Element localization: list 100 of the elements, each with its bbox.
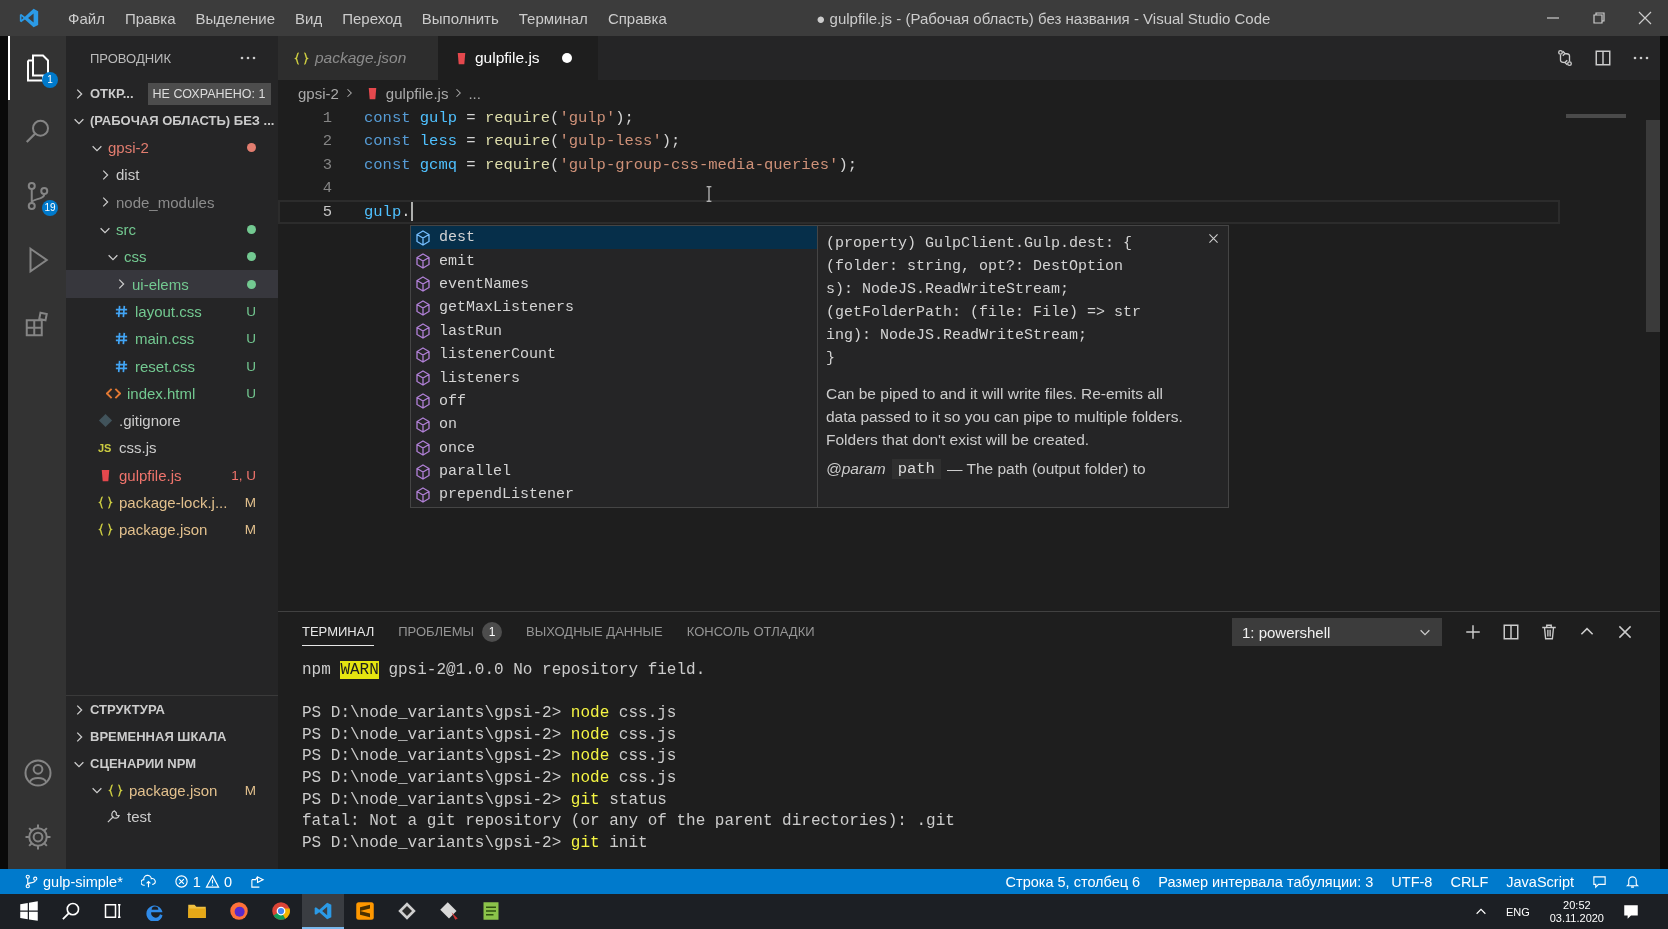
braces-icon <box>98 495 113 510</box>
settings-icon[interactable] <box>23 822 53 852</box>
code-line: gulp. <box>364 202 411 221</box>
close-icon[interactable] <box>1616 623 1634 641</box>
text-editor-icon[interactable] <box>355 900 375 921</box>
status-item[interactable]: UTF-8 <box>1391 873 1433 890</box>
tree-item[interactable]: node_modules <box>66 188 278 216</box>
search-icon[interactable] <box>61 900 81 921</box>
terminal-dropdown[interactable]: 1: powershell <box>1232 618 1442 646</box>
browser-icon[interactable] <box>229 900 249 921</box>
suggestion-item[interactable]: lastRun <box>411 319 817 343</box>
status-item[interactable]: Строка 5, столбец 6 <box>1005 873 1141 890</box>
code-editor-icon[interactable] <box>313 900 333 921</box>
tree-item[interactable]: dist <box>66 161 278 189</box>
suggestion-item[interactable]: off <box>411 389 817 414</box>
sidebar-title: ПРОВОДНИК <box>90 50 172 66</box>
split-editor-icon[interactable] <box>1594 49 1612 67</box>
suggestion-item[interactable]: listeners <box>411 366 817 390</box>
cube-icon <box>415 276 431 293</box>
cloud-upload-icon[interactable] <box>140 874 156 889</box>
menu-item[interactable]: Выделение <box>185 9 286 27</box>
tree-item[interactable]: src <box>66 215 278 244</box>
tree-item[interactable]: gulpfile.js 1, U <box>66 461 278 489</box>
status-item[interactable]: CRLF <box>1450 873 1489 890</box>
bell-icon[interactable] <box>1625 874 1640 889</box>
menu-item[interactable]: Терминал <box>508 9 598 27</box>
tree-item[interactable]: package.json M <box>66 777 278 803</box>
browser-icon[interactable] <box>271 900 291 921</box>
terminal-line: fatal: Not a git repository (or any of the parent directories): .git <box>302 811 956 833</box>
tab-label: gulpfile.js <box>475 49 540 67</box>
more-icon[interactable] <box>1632 56 1650 60</box>
editor-tab[interactable]: gulpfile.js <box>438 36 598 80</box>
tree-item[interactable]: layout.css U <box>66 297 278 326</box>
close-icon[interactable] <box>1207 232 1220 245</box>
menu-item[interactable]: Правка <box>114 9 186 27</box>
status-item[interactable]: JavaScript <box>1506 873 1574 890</box>
tree-item[interactable]: index.html U <box>66 379 278 407</box>
tree-item[interactable]: package-lock.j... M <box>66 488 278 517</box>
menu-item[interactable]: Выполнить <box>411 9 509 27</box>
suggestion-item[interactable]: getMaxListeners <box>411 296 817 320</box>
text-cursor-icon <box>705 185 713 203</box>
menu-item[interactable]: Справка <box>597 9 677 27</box>
trash-icon[interactable] <box>1540 623 1558 641</box>
diamond-icon[interactable] <box>397 900 417 921</box>
suggestion-item[interactable]: prependListener <box>411 483 817 507</box>
split-terminal-icon[interactable] <box>1502 623 1520 641</box>
suggestion-item[interactable]: parallel <box>411 459 817 484</box>
editor-tab[interactable]: package.json <box>278 36 438 80</box>
section-header[interactable]: ВРЕМЕННАЯ ШКАЛА <box>90 729 227 744</box>
tree-item[interactable]: package.json M <box>66 516 278 544</box>
tree-item[interactable]: main.css U <box>66 325 278 353</box>
suggestion-item[interactable]: eventNames <box>411 272 817 297</box>
language-indicator[interactable]: ENG <box>1505 905 1530 918</box>
tree-item[interactable]: css <box>66 243 278 271</box>
scrollbar[interactable] <box>1646 120 1660 332</box>
panel-tab[interactable]: КОНСОЛЬ ОТЛАДКИ <box>686 618 815 646</box>
suggestion-item[interactable]: once <box>411 436 817 460</box>
menu-item[interactable]: Файл <box>58 9 115 27</box>
share-icon[interactable] <box>249 874 265 889</box>
tree-item[interactable]: test <box>66 803 278 829</box>
file-name: package.json <box>119 521 209 539</box>
tree-item[interactable]: JS css.js <box>66 434 278 462</box>
tree-item[interactable]: gpsi-2 <box>66 134 278 162</box>
menu-item[interactable]: Переход <box>332 9 412 27</box>
account-icon[interactable] <box>23 758 53 788</box>
windows-icon[interactable] <box>19 900 39 921</box>
section-header[interactable]: ОТКР... <box>90 86 134 101</box>
plus-icon[interactable] <box>1464 623 1482 641</box>
tool-icon[interactable] <box>439 900 459 921</box>
feedback-icon[interactable] <box>1592 874 1607 889</box>
problems-status[interactable]: 1 0 <box>173 873 232 890</box>
section-header[interactable]: СТРУКТУРА <box>90 702 165 717</box>
file-name: node_modules <box>116 193 216 211</box>
section-header[interactable]: (РАБОЧАЯ ОБЛАСТЬ) БЕЗ ... <box>90 113 275 128</box>
clock-time[interactable]: 20:52 <box>1563 898 1591 912</box>
suggestion-item[interactable]: listenerCount <box>411 342 817 367</box>
panel-tab[interactable]: ПРОБЛЕМЫ 1 <box>398 618 503 646</box>
section-header[interactable]: СЦЕНАРИИ NPM <box>90 756 197 771</box>
panel-tab[interactable]: ТЕРМИНАЛ <box>302 618 375 646</box>
breadcrumb-item[interactable]: gulpfile.js <box>385 84 449 102</box>
compare-icon[interactable] <box>1556 49 1574 67</box>
tree-item[interactable]: .gitignore <box>66 406 278 435</box>
activity-bar-item[interactable]: 19 <box>8 164 66 228</box>
status-item[interactable]: Размер интервала табуляции: 3 <box>1158 873 1374 890</box>
notification-icon[interactable] <box>1622 902 1640 921</box>
breadcrumb-item[interactable]: ... <box>468 84 481 102</box>
tree-item[interactable]: ui-elems <box>66 270 278 298</box>
cube-icon <box>415 299 431 316</box>
menu-item[interactable]: Вид <box>285 9 333 27</box>
branch-status[interactable]: gulp-simple* <box>24 873 123 890</box>
cube-icon <box>415 346 431 363</box>
suggestion-item[interactable]: emit <box>411 249 817 273</box>
breadcrumb-item[interactable]: gpsi-2 <box>298 84 339 102</box>
more-icon[interactable] <box>240 56 256 60</box>
panel-tab[interactable]: ВЫХОДНЫЕ ДАННЫЕ <box>526 618 663 646</box>
notepad-icon[interactable] <box>481 900 501 921</box>
suggestion-item[interactable]: on <box>411 413 817 437</box>
tree-item[interactable]: reset.css U <box>66 352 278 380</box>
suggestion-item[interactable]: dest <box>411 226 817 250</box>
clock-date[interactable]: 03.11.2020 <box>1549 911 1604 925</box>
